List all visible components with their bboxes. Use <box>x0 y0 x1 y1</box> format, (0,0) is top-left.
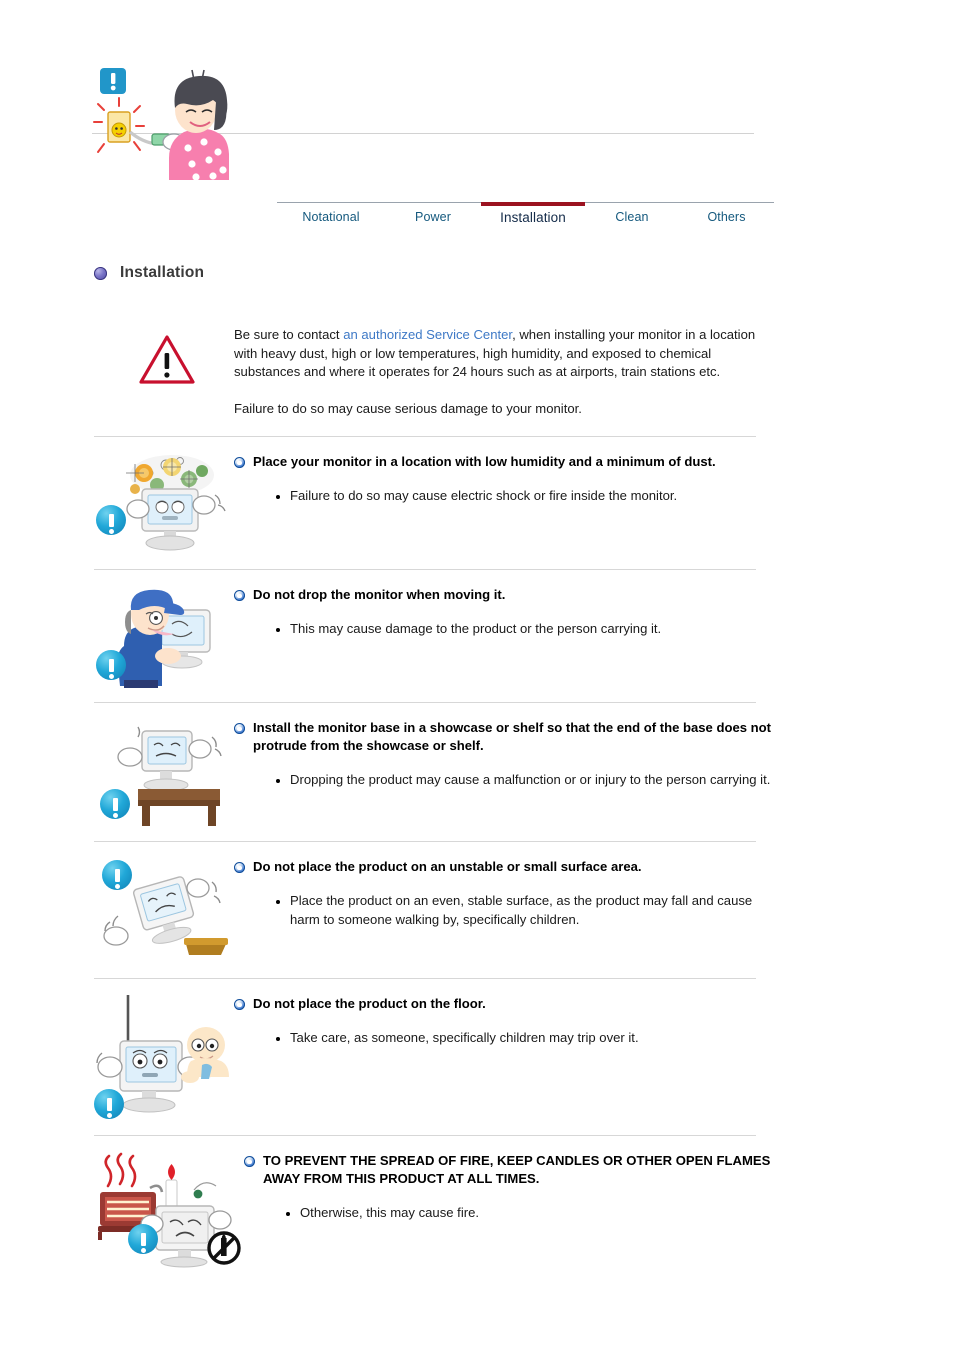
rule-section-dust: Place your monitor in a location with lo… <box>0 437 954 569</box>
tab-clean[interactable]: Clean <box>585 203 679 225</box>
top-illustration-band <box>0 0 954 181</box>
rule-detail-list: This may cause damage to the product or … <box>234 620 772 639</box>
rule-section-shelf: Install the monitor base in a showcase o… <box>0 703 954 841</box>
rule-heading: Do not place the product on an unstable … <box>234 858 772 876</box>
section-tabs: Notational Power Installation Clean Othe… <box>0 202 954 238</box>
rule-heading-text: Do not place the product on an unstable … <box>253 859 642 875</box>
rule-heading: TO PREVENT THE SPREAD OF FIRE, KEEP CAND… <box>244 1152 772 1188</box>
monitor-falling-unstable-surface-illustration <box>94 856 234 964</box>
list-item: Dropping the product may cause a malfunc… <box>234 771 772 790</box>
rule-detail-list: Otherwise, this may cause fire. <box>244 1204 772 1223</box>
list-item: Place the product on an even, stable sur… <box>234 892 772 929</box>
warning-paragraph-2: Failure to do so may cause serious damag… <box>234 400 582 416</box>
list-item: Take care, as someone, specifically chil… <box>234 1029 772 1048</box>
rule-bullet-icon <box>234 457 245 469</box>
warning-icon-cell <box>94 324 234 386</box>
rule-heading-text: Install the monitor base in a showcase o… <box>253 720 772 754</box>
list-bullet-icon <box>276 779 280 784</box>
page-title: Installation <box>94 264 954 282</box>
rule-section-unstable: Do not place the product on an unstable … <box>0 842 954 978</box>
heater-candle-fire-hazard-illustration <box>94 1150 244 1268</box>
rule-bullet-icon <box>234 723 245 735</box>
monitor-on-shelf-edge-illustration <box>94 717 228 827</box>
rule-body: Place your monitor in a location with lo… <box>234 451 954 506</box>
list-item: This may cause damage to the product or … <box>234 620 772 639</box>
tab-notational[interactable]: Notational <box>277 203 385 225</box>
warning-triangle-icon <box>138 334 234 386</box>
list-bullet-icon <box>276 495 280 500</box>
rule-heading-text: TO PREVENT THE SPREAD OF FIRE, KEEP CAND… <box>263 1153 771 1187</box>
rule-bullet-icon <box>234 862 245 874</box>
rule-detail-list: Failure to do so may cause electric shoc… <box>234 487 772 506</box>
warning-text-before-link: Be sure to contact <box>234 327 344 342</box>
warning-section: Be sure to contact an authorized Service… <box>0 282 954 436</box>
rule-section-drop: Do not drop the monitor when moving it. … <box>0 570 954 702</box>
rule-icon-cell <box>94 1150 244 1268</box>
list-bullet-icon <box>286 1212 290 1217</box>
rule-body: TO PREVENT THE SPREAD OF FIRE, KEEP CAND… <box>244 1150 954 1223</box>
heading-bullet-icon <box>94 266 107 280</box>
rule-detail-list: Take care, as someone, specifically chil… <box>234 1029 772 1048</box>
rule-bullet-icon <box>234 590 245 602</box>
rule-icon-cell <box>94 584 234 689</box>
rule-bullet-icon <box>234 999 245 1011</box>
monitor-on-floor-with-child-illustration <box>94 993 234 1121</box>
rule-body: Do not place the product on the floor. T… <box>234 993 954 1048</box>
list-item: Failure to do so may cause electric shoc… <box>234 487 772 506</box>
rule-bullet-icon <box>244 1156 255 1168</box>
list-item-text: Place the product on an even, stable sur… <box>290 893 753 927</box>
rule-icon-cell <box>94 993 234 1121</box>
rule-body: Do not place the product on an unstable … <box>234 856 954 929</box>
rule-heading-text: Place your monitor in a location with lo… <box>253 454 716 470</box>
list-item-text: Failure to do so may cause electric shoc… <box>290 488 678 504</box>
list-item-text: This may cause damage to the product or … <box>290 621 662 637</box>
rule-heading: Place your monitor in a location with lo… <box>234 453 772 471</box>
tab-list: Notational Power Installation Clean Othe… <box>277 202 774 225</box>
warning-paragraph-1: Be sure to contact an authorized Service… <box>234 326 772 382</box>
man-carrying-monitor-illustration <box>94 584 228 689</box>
rule-section-floor: Do not place the product on the floor. T… <box>0 979 954 1135</box>
rule-heading-text: Do not place the product on the floor. <box>253 996 486 1012</box>
rule-body: Install the monitor base in a showcase o… <box>234 717 954 790</box>
list-bullet-icon <box>276 1037 280 1042</box>
list-bullet-icon <box>276 900 280 905</box>
monitor-dust-germs-illustration <box>94 451 228 555</box>
woman-unplugging-cord-illustration <box>92 60 232 181</box>
list-item: Otherwise, this may cause fire. <box>244 1204 772 1223</box>
list-item-text: Dropping the product may cause a malfunc… <box>290 772 771 788</box>
rule-heading: Do not place the product on the floor. <box>234 995 772 1013</box>
rule-detail-list: Place the product on an even, stable sur… <box>234 892 772 929</box>
tab-installation[interactable]: Installation <box>481 202 585 225</box>
service-center-link[interactable]: an authorized Service Center <box>343 327 512 342</box>
rule-icon-cell <box>94 856 234 964</box>
page-title-text: Installation <box>120 264 205 281</box>
rule-heading-text: Do not drop the monitor when moving it. <box>253 587 506 603</box>
list-bullet-icon <box>276 628 280 633</box>
warning-text: Be sure to contact an authorized Service… <box>234 324 954 418</box>
rule-heading: Do not drop the monitor when moving it. <box>234 586 772 604</box>
rule-heading: Install the monitor base in a showcase o… <box>234 719 772 755</box>
tab-others[interactable]: Others <box>679 203 774 225</box>
rule-body: Do not drop the monitor when moving it. … <box>234 584 954 639</box>
rule-icon-cell <box>94 717 234 827</box>
rule-section-fire: TO PREVENT THE SPREAD OF FIRE, KEEP CAND… <box>0 1136 954 1280</box>
rule-icon-cell <box>94 451 234 555</box>
rule-detail-list: Dropping the product may cause a malfunc… <box>234 771 772 790</box>
list-item-text: Otherwise, this may cause fire. <box>300 1205 480 1221</box>
list-item-text: Take care, as someone, specifically chil… <box>290 1030 639 1046</box>
tab-power[interactable]: Power <box>385 203 481 225</box>
